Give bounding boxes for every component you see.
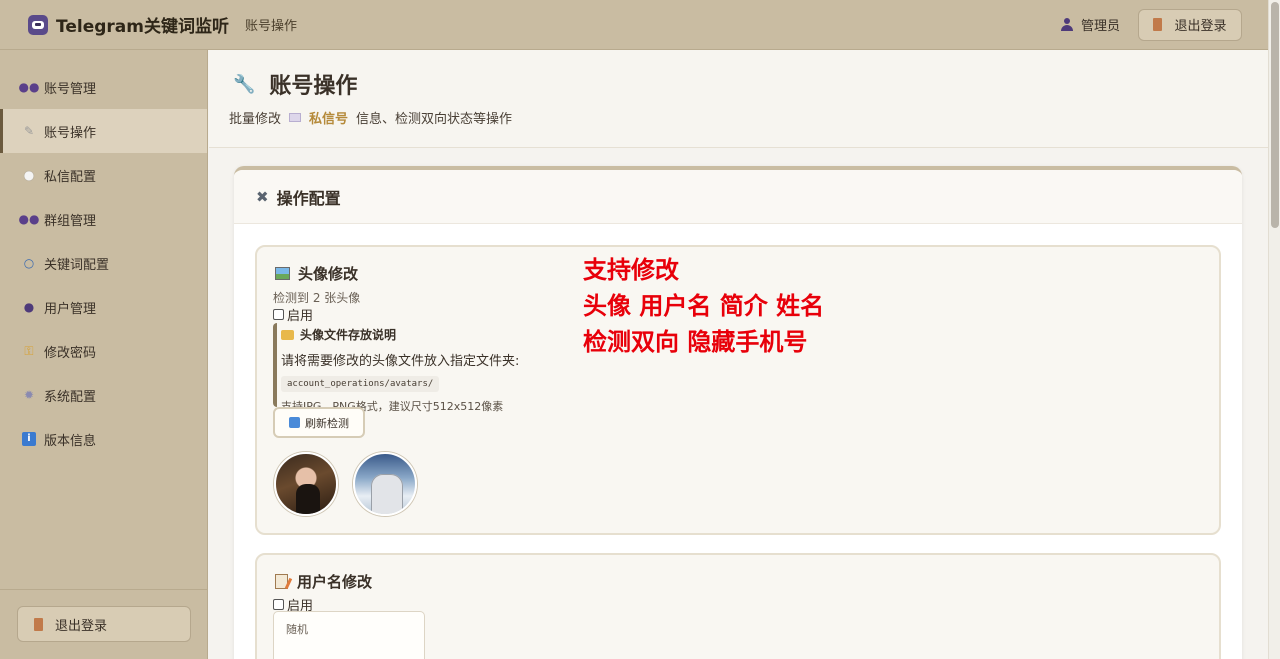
door-icon [34, 617, 43, 631]
sidebar-item-label: 私信配置 [44, 169, 97, 185]
sidebar-item-label: 账号操作 [44, 125, 97, 141]
avatar-thumbnail [274, 452, 338, 516]
info-title-text: 头像文件存放说明 [300, 328, 397, 342]
checkbox-box[interactable] [273, 309, 284, 320]
breadcrumb: 账号操作 [244, 19, 297, 34]
avatar-count: 检测到 2 张头像 [273, 291, 361, 305]
chat-bubble-icon: ● [23, 168, 35, 182]
sidebar-item-label: 修改密码 [44, 345, 97, 361]
users-icon: ●● [18, 80, 40, 94]
config-card-title: 操作配置 [276, 188, 341, 208]
user-icon [1060, 18, 1073, 31]
avatar-section-title: 头像修改 [275, 263, 358, 284]
wrench-icon: ✎ [23, 124, 35, 138]
sidebar-item-label: 群组管理 [44, 213, 97, 229]
subtitle-prefix: 批量修改 [229, 112, 282, 127]
sidebar-item-account-management[interactable]: ●● 账号管理 [0, 65, 207, 109]
logout-button[interactable]: 退出登录 [1138, 8, 1242, 41]
username-textarea[interactable]: 随机 [273, 611, 425, 659]
username-section: 用户名修改 启用 随机 [255, 553, 1221, 659]
logout-label: 退出登录 [1174, 19, 1227, 34]
page-scrollbar[interactable] [1268, 0, 1280, 659]
username-section-title-text: 用户名修改 [297, 573, 373, 591]
feature-annotation: 支持修改 头像 用户名 简介 姓名 检测双向 隐藏手机号 [583, 252, 824, 360]
user-icon: ● [23, 300, 35, 314]
page-title-text: 账号操作 [269, 74, 358, 99]
page-subtitle: 批量修改 私信号 信息、检测双向状态等操作 [229, 108, 512, 127]
avatar-enable-checkbox[interactable]: 启用 [273, 305, 313, 324]
wrench-icon: 🔧 [233, 73, 256, 95]
sidebar-logout-button[interactable]: 退出登录 [17, 606, 191, 642]
sidebar-item-version-info[interactable]: i 版本信息 [0, 417, 207, 461]
app-title: Telegram关键词监听 [56, 17, 229, 37]
info-title: 头像文件存放说明 [281, 326, 553, 343]
tools-icon: ✖ [256, 187, 269, 206]
user-name: 管理员 [1080, 19, 1120, 34]
door-icon [1153, 18, 1163, 31]
logout-label: 退出登录 [55, 618, 108, 634]
sidebar: ●● 账号管理 ✎ 账号操作 ● 私信配置 ●● 群组管理 ○ 关键词配置 ● … [0, 50, 208, 659]
sidebar-item-label: 关键词配置 [44, 257, 110, 273]
page-title: 🔧 账号操作 [233, 68, 357, 100]
config-card: ✖ 操作配置 头像修改 检测到 2 张头像 启用 头像文件存放说明 请将需要修改… [234, 166, 1242, 659]
sidebar-item-label: 用户管理 [44, 301, 97, 317]
avatar-info-box: 头像文件存放说明 请将需要修改的头像文件放入指定文件夹: account_ope… [273, 323, 553, 413]
folder-icon [281, 329, 294, 340]
sidebar-item-label: 账号管理 [44, 81, 97, 97]
brand: Telegram关键词监听 [28, 12, 229, 37]
robot-logo-icon [28, 14, 48, 35]
key-icon: ⚿ [24, 344, 34, 358]
sidebar-item-group-management[interactable]: ●● 群组管理 [0, 197, 207, 241]
annotation-line: 头像 用户名 简介 姓名 [583, 292, 825, 320]
info-icon: i [22, 432, 36, 446]
group-icon: ●● [18, 212, 40, 226]
sidebar-footer: 退出登录 [0, 589, 207, 659]
sidebar-item-dm-config[interactable]: ● 私信配置 [0, 153, 207, 197]
refresh-icon [289, 417, 300, 428]
page-header: 🔧 账号操作 批量修改 私信号 信息、检测双向状态等操作 [209, 50, 1268, 148]
info-line: 请将需要修改的头像文件放入指定文件夹: [281, 354, 520, 369]
config-card-header: ✖ 操作配置 [234, 170, 1242, 224]
username-section-title: 用户名修改 [275, 571, 372, 592]
gear-icon: ✹ [23, 388, 35, 402]
annotation-line: 检测双向 隐藏手机号 [583, 328, 808, 356]
sidebar-item-keyword-config[interactable]: ○ 关键词配置 [0, 241, 207, 285]
sidebar-item-account-operations[interactable]: ✎ 账号操作 [0, 109, 207, 153]
folder-path: account_operations/avatars/ [281, 376, 440, 392]
subtitle-highlight: 私信号 [309, 112, 349, 127]
checkbox-box[interactable] [273, 599, 284, 610]
memo-icon [275, 574, 288, 589]
sidebar-item-label: 系统配置 [44, 389, 97, 405]
avatar-section-title-text: 头像修改 [298, 265, 359, 283]
avatar-thumbnail [353, 452, 417, 516]
header-actions: 管理员 退出登录 [1060, 8, 1242, 41]
top-header: Telegram关键词监听 账号操作 管理员 退出登录 [0, 0, 1268, 50]
enable-label: 启用 [287, 309, 314, 324]
subtitle-suffix: 信息、检测双向状态等操作 [356, 112, 513, 127]
scrollbar-thumb[interactable] [1271, 2, 1279, 228]
sidebar-item-user-management[interactable]: ● 用户管理 [0, 285, 207, 329]
sidebar-item-system-config[interactable]: ✹ 系统配置 [0, 373, 207, 417]
sidebar-item-label: 版本信息 [44, 433, 97, 449]
search-icon: ○ [23, 256, 35, 270]
sidebar-item-change-password[interactable]: ⚿ 修改密码 [0, 329, 207, 373]
envelope-icon [289, 113, 302, 122]
refresh-label: 刷新检测 [305, 416, 349, 430]
refresh-button[interactable]: 刷新检测 [273, 407, 365, 438]
annotation-line: 支持修改 [583, 256, 679, 284]
picture-icon [275, 267, 290, 280]
